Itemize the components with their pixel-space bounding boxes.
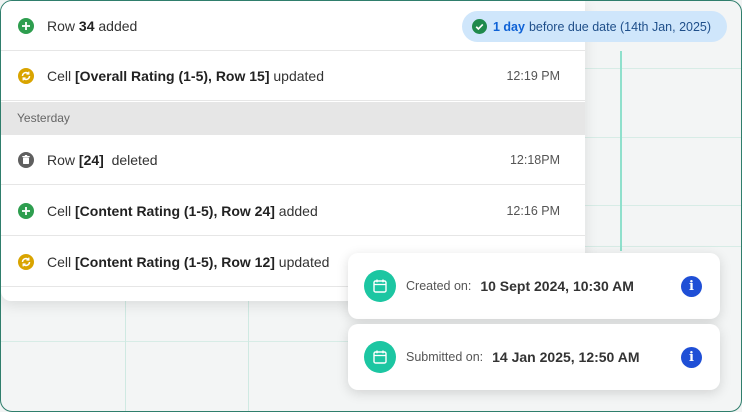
- submitted-on-value: 14 Jan 2025, 12:50 AM: [492, 349, 640, 365]
- info-icon[interactable]: i: [681, 346, 702, 368]
- activity-row-cell-content-24: Cell [Content Rating (1-5), Row 24] adde…: [1, 186, 585, 236]
- info-icon[interactable]: i: [681, 275, 702, 297]
- check-circle-icon: [472, 19, 487, 34]
- section-header-yesterday: Yesterday: [1, 102, 585, 135]
- activity-row-row24: Row [24] deleted 12:18PM: [1, 135, 585, 185]
- plus-circle-icon: [18, 17, 34, 34]
- calendar-icon: [364, 270, 396, 302]
- due-badge-days: 1 day: [493, 19, 525, 34]
- activity-time: 12:19 PM: [506, 68, 560, 83]
- created-on-card: Created on: 10 Sept 2024, 10:30 AM i: [348, 253, 720, 319]
- activity-row-cell-overall: Cell [Overall Rating (1-5), Row 15] upda…: [1, 51, 585, 101]
- refresh-circle-icon: [18, 253, 34, 270]
- created-on-label: Created on:: [406, 279, 472, 293]
- due-date-badge: 1 day before due date (14th Jan, 2025): [462, 11, 727, 42]
- calendar-icon: [364, 341, 396, 373]
- refresh-circle-icon: [18, 67, 34, 84]
- activity-text: Cell [Content Rating (1-5), Row 24] adde…: [47, 202, 318, 219]
- activity-text: Row 34 added: [47, 17, 138, 34]
- due-badge-text: before due date (14th Jan, 2025): [528, 19, 712, 34]
- plus-circle-icon: [18, 202, 34, 219]
- activity-text: Cell [Overall Rating (1-5), Row 15] upda…: [47, 67, 324, 84]
- app-frame: Row 34 added Cell [Overall Rating (1-5),…: [0, 0, 742, 412]
- activity-time: 12:16 PM: [506, 203, 560, 218]
- submitted-on-label: Submitted on:: [406, 350, 484, 364]
- submitted-on-card: Submitted on: 14 Jan 2025, 12:50 AM i: [348, 324, 720, 390]
- created-on-value: 10 Sept 2024, 10:30 AM: [480, 278, 634, 294]
- activity-time: 12:18PM: [509, 152, 560, 167]
- trash-circle-icon: [18, 151, 34, 168]
- activity-text: Row [24] deleted: [47, 151, 158, 168]
- activity-text: Cell [Content Rating (1-5), Row 12] upda…: [47, 253, 330, 270]
